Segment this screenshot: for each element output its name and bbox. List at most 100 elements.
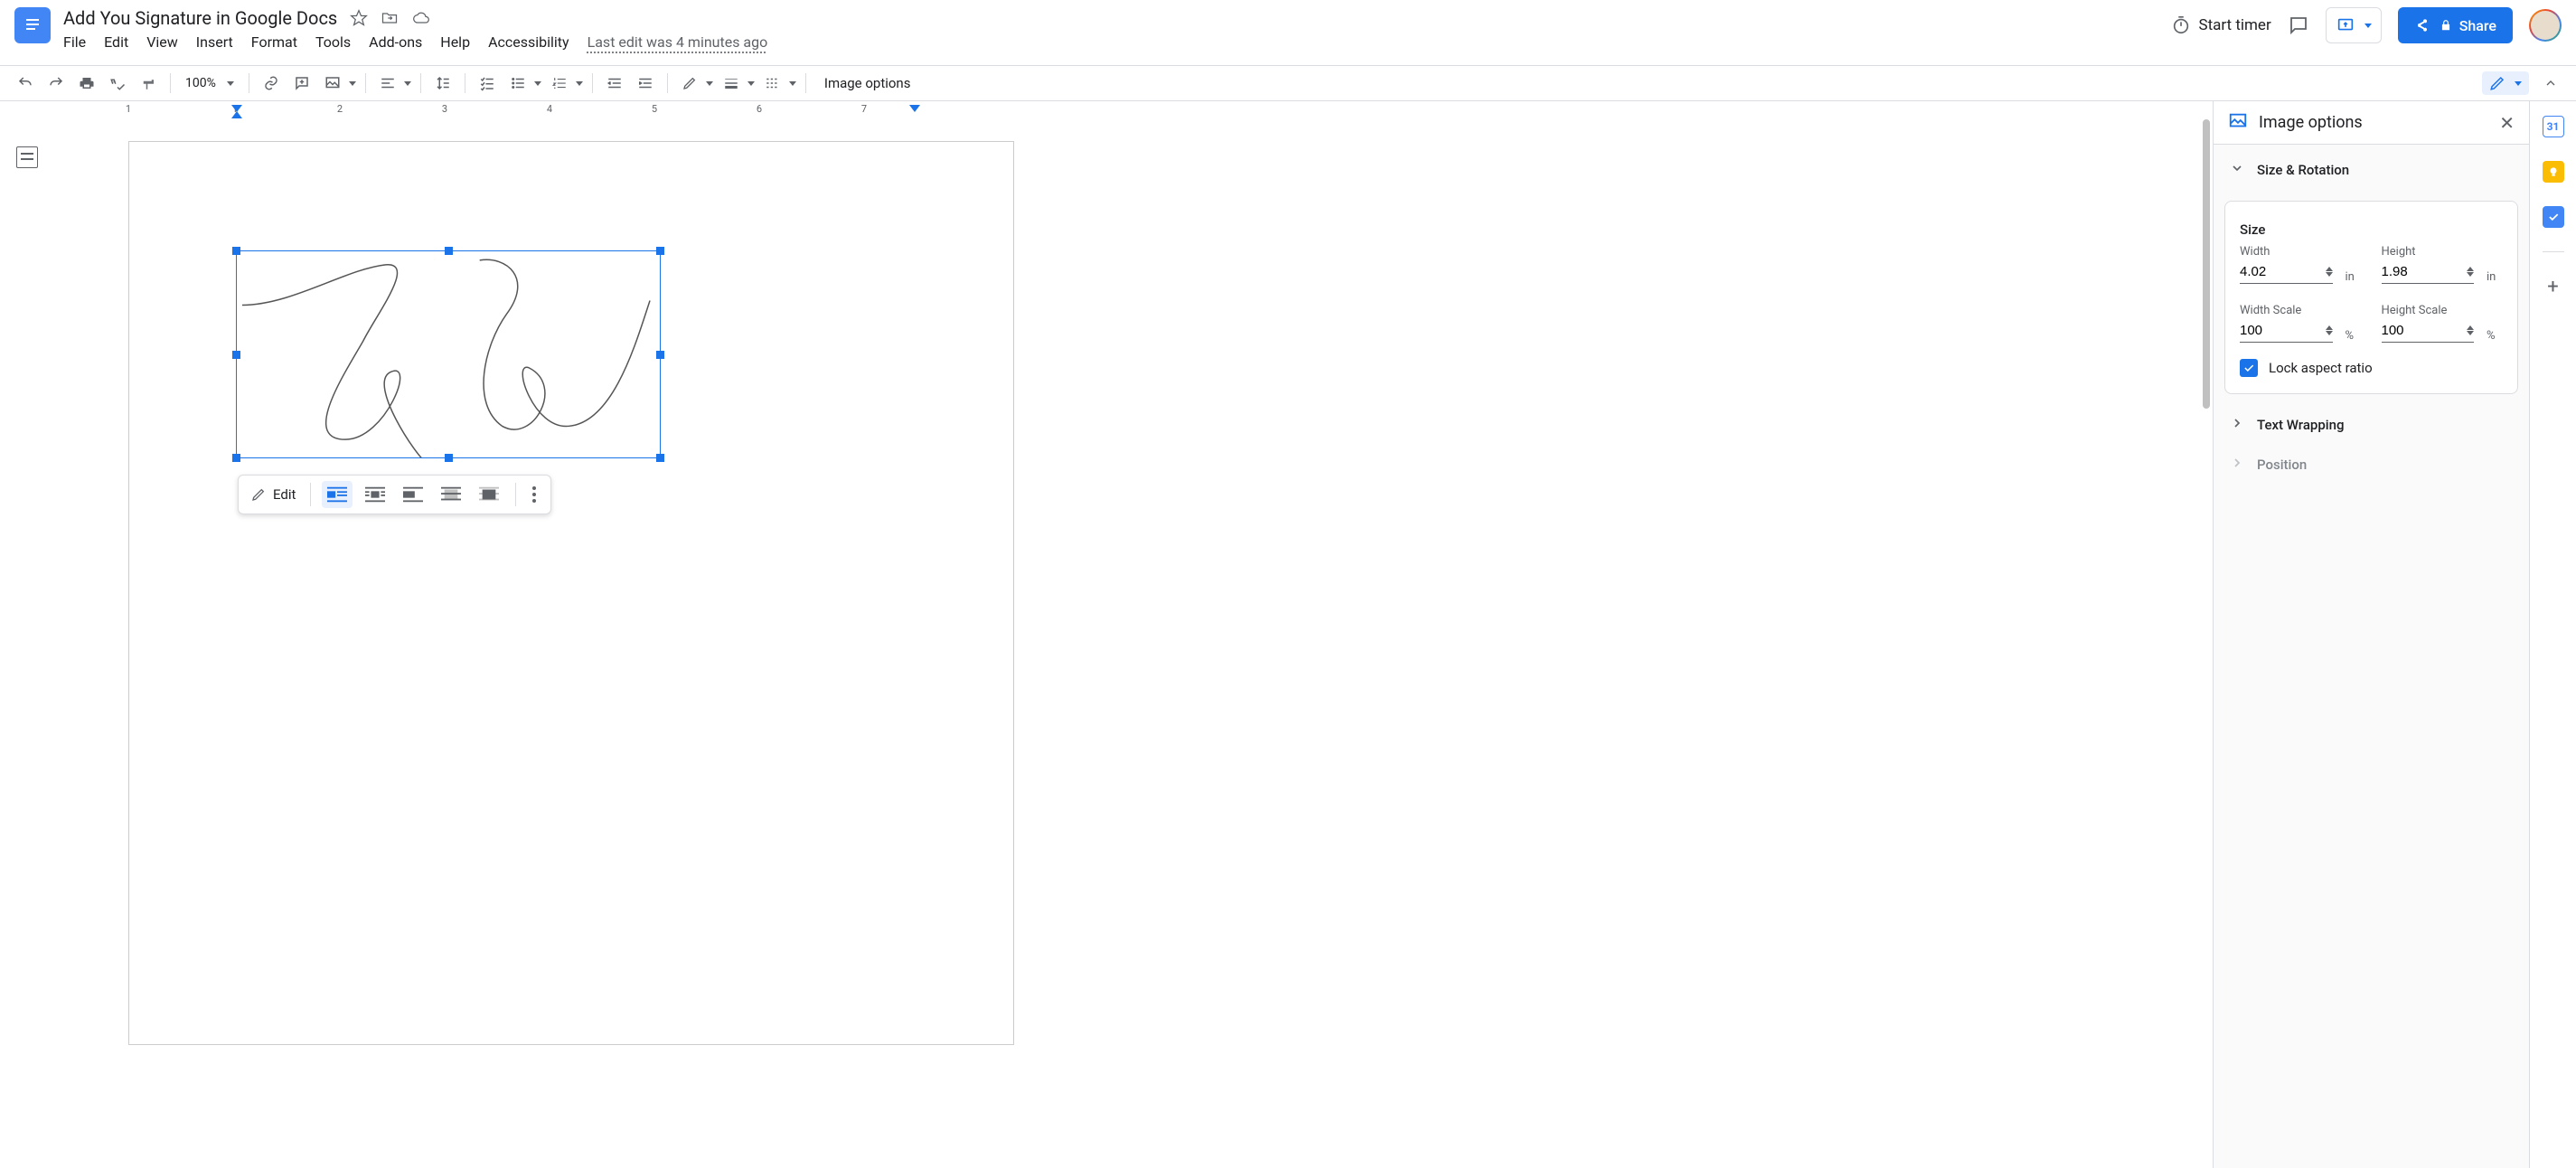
- size-rotation-accordion[interactable]: Size & Rotation: [2214, 150, 2529, 190]
- width-input[interactable]: [2240, 260, 2294, 283]
- resize-handle[interactable]: [232, 247, 240, 255]
- height-stepper[interactable]: [2467, 267, 2474, 277]
- undo-button[interactable]: [13, 71, 38, 96]
- ruler-tick: 4: [547, 103, 552, 115]
- image-options-button[interactable]: Image options: [815, 75, 920, 91]
- close-panel-button[interactable]: ✕: [2499, 112, 2515, 134]
- zoom-dropdown[interactable]: 100%: [180, 76, 240, 90]
- redo-button[interactable]: [43, 71, 69, 96]
- width-stepper[interactable]: [2326, 267, 2333, 277]
- border-color-button[interactable]: [677, 71, 702, 96]
- menu-format[interactable]: Format: [251, 33, 297, 51]
- calendar-app-icon[interactable]: 31: [2543, 116, 2564, 137]
- text-wrapping-accordion[interactable]: Text Wrapping: [2214, 405, 2529, 445]
- resize-handle[interactable]: [445, 247, 453, 255]
- comments-history-icon[interactable]: [2288, 14, 2309, 36]
- wrap-layout-button[interactable]: [360, 481, 390, 508]
- width-scale-input[interactable]: [2240, 319, 2294, 342]
- more-options-button[interactable]: [527, 486, 541, 503]
- insert-image-button[interactable]: [320, 71, 345, 96]
- docs-app-icon[interactable]: [14, 7, 51, 43]
- tasks-app-icon[interactable]: [2543, 206, 2564, 228]
- height-scale-stepper[interactable]: [2467, 325, 2474, 335]
- edit-image-button[interactable]: Edit: [248, 486, 299, 503]
- menu-tools[interactable]: Tools: [315, 33, 351, 51]
- star-icon[interactable]: [350, 9, 368, 27]
- behind-text-button[interactable]: [436, 481, 466, 508]
- paint-format-button[interactable]: [136, 71, 161, 96]
- horizontal-ruler[interactable]: 1 1 2 3 4 5 6 7: [54, 101, 2200, 118]
- bulleted-list-button[interactable]: [505, 71, 531, 96]
- chevron-down-icon[interactable]: [576, 81, 583, 86]
- document-title[interactable]: Add You Signature in Google Docs: [63, 7, 337, 29]
- chevron-down-icon: [2515, 81, 2522, 86]
- height-input[interactable]: [2382, 260, 2436, 283]
- chevron-down-icon[interactable]: [789, 81, 796, 86]
- resize-handle[interactable]: [656, 454, 664, 462]
- menu-help[interactable]: Help: [440, 33, 470, 51]
- share-button[interactable]: Share: [2398, 7, 2513, 43]
- workspace: 1 1 2 3 4 5 6 7: [0, 101, 2576, 1168]
- numbered-list-button[interactable]: [547, 71, 572, 96]
- chevron-down-icon[interactable]: [706, 81, 713, 86]
- resize-handle[interactable]: [656, 351, 664, 359]
- resize-handle[interactable]: [445, 454, 453, 462]
- inline-layout-button[interactable]: [322, 481, 353, 508]
- size-heading: Size: [2240, 221, 2503, 238]
- move-folder-icon[interactable]: [381, 9, 399, 27]
- keep-app-icon[interactable]: [2543, 161, 2564, 183]
- add-comment-button[interactable]: [289, 71, 315, 96]
- ruler-tick: 7: [861, 103, 867, 115]
- start-timer-button[interactable]: Start timer: [2171, 15, 2270, 35]
- last-edit-link[interactable]: Last edit was 4 minutes ago: [588, 33, 768, 51]
- front-text-button[interactable]: [474, 481, 504, 508]
- cloud-status-icon[interactable]: [411, 9, 431, 27]
- chevron-down-icon[interactable]: [534, 81, 541, 86]
- left-rail: [0, 101, 54, 1168]
- checklist-button[interactable]: [475, 71, 500, 96]
- height-scale-input[interactable]: [2382, 319, 2436, 342]
- menu-insert[interactable]: Insert: [196, 33, 233, 51]
- menu-view[interactable]: View: [146, 33, 178, 51]
- lock-aspect-checkbox[interactable]: [2240, 359, 2258, 377]
- break-layout-button[interactable]: [398, 481, 428, 508]
- line-spacing-button[interactable]: [430, 71, 456, 96]
- chevron-right-icon: [2230, 456, 2244, 474]
- collapse-toolbar-button[interactable]: [2538, 71, 2563, 96]
- insert-link-button[interactable]: [259, 71, 284, 96]
- chevron-down-icon[interactable]: [404, 81, 411, 86]
- ruler-tick: 1: [126, 103, 131, 115]
- print-button[interactable]: [74, 71, 99, 96]
- add-addon-button[interactable]: +: [2543, 276, 2564, 297]
- height-scale-label: Height Scale: [2382, 304, 2504, 317]
- vertical-scrollbar[interactable]: [2200, 101, 2213, 1168]
- border-dash-button[interactable]: [760, 71, 785, 96]
- unit-label: %: [2487, 329, 2503, 343]
- spellcheck-button[interactable]: [105, 71, 130, 96]
- chevron-down-icon: [2230, 161, 2244, 179]
- share-label: Share: [2459, 17, 2496, 34]
- right-indent-marker[interactable]: [909, 105, 920, 112]
- chevron-down-icon[interactable]: [747, 81, 755, 86]
- menu-file[interactable]: File: [63, 33, 86, 51]
- resize-handle[interactable]: [656, 247, 664, 255]
- width-scale-stepper[interactable]: [2326, 325, 2333, 335]
- ruler-tick: 5: [652, 103, 657, 115]
- chevron-down-icon[interactable]: [349, 81, 356, 86]
- menu-accessibility[interactable]: Accessibility: [488, 33, 569, 51]
- document-page[interactable]: Edit: [128, 141, 1014, 1045]
- present-dropdown-button[interactable]: [2326, 7, 2382, 43]
- menu-edit[interactable]: Edit: [104, 33, 128, 51]
- selected-image[interactable]: [236, 250, 661, 458]
- resize-handle[interactable]: [232, 351, 240, 359]
- document-outline-button[interactable]: [16, 146, 38, 168]
- left-indent-marker[interactable]: [231, 111, 242, 118]
- account-avatar[interactable]: [2529, 9, 2562, 42]
- increase-indent-button[interactable]: [633, 71, 658, 96]
- align-button[interactable]: [375, 71, 400, 96]
- menu-addons[interactable]: Add-ons: [369, 33, 422, 51]
- resize-handle[interactable]: [232, 454, 240, 462]
- decrease-indent-button[interactable]: [602, 71, 627, 96]
- editing-mode-button[interactable]: [2482, 71, 2529, 95]
- border-weight-button[interactable]: [719, 71, 744, 96]
